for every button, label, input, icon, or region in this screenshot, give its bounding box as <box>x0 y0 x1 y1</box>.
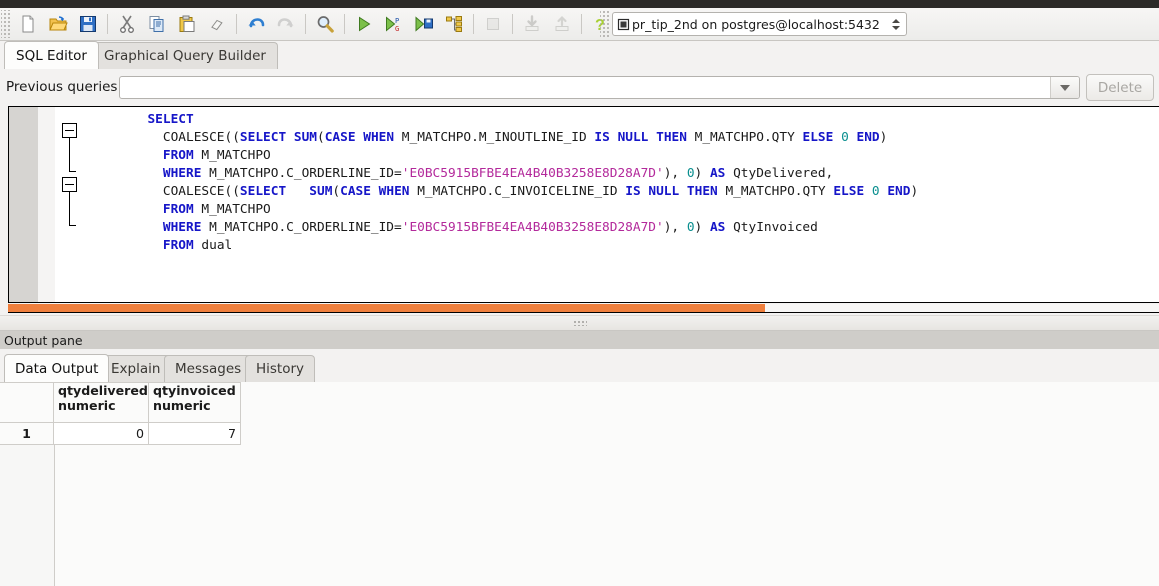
grid-column-header[interactable]: qtydeliverednumeric <box>54 382 149 423</box>
svg-text:G: G <box>395 25 399 33</box>
previous-queries-label: Previous queries <box>6 79 117 95</box>
line-number-gutter <box>9 107 38 302</box>
grid-header-row: qtydeliverednumericqtyinvoicednumeric <box>0 382 241 423</box>
code-line: FROM M_MATCHPO <box>55 147 1159 165</box>
explain-analyze-icon[interactable] <box>439 9 469 39</box>
grid-row-number[interactable]: 1 <box>0 423 54 445</box>
main-toolbar: PG? <box>0 8 1159 41</box>
execute-to-file-icon[interactable] <box>409 9 439 39</box>
tab-explain-label: Explain <box>111 361 160 377</box>
delete-button[interactable]: Delete <box>1086 74 1154 101</box>
find-icon[interactable] <box>310 9 340 39</box>
grid-cell[interactable]: 0 <box>54 423 149 445</box>
tab-history[interactable]: History <box>245 355 315 382</box>
grid-cell[interactable]: 7 <box>149 423 241 445</box>
download-macro-icon <box>517 9 547 39</box>
previous-queries-bar: Previous queries Delete <box>0 69 1159 105</box>
output-pane-label: Output pane <box>0 331 1159 349</box>
new-file-icon[interactable] <box>13 9 43 39</box>
splitter-grip <box>573 320 587 326</box>
tab-sql-editor-label: SQL Editor <box>16 48 87 64</box>
editor-tabstrip: SQL Editor Graphical Query Builder <box>0 41 1159 70</box>
grid-column-name: qtydelivered <box>58 384 144 399</box>
code-line: FROM M_MATCHPO <box>55 201 1159 219</box>
paste-icon[interactable] <box>172 9 202 39</box>
upload-macro-icon <box>547 9 577 39</box>
open-file-icon[interactable] <box>43 9 73 39</box>
editor-horizontal-scrollbar[interactable] <box>8 304 1159 313</box>
grid-column-type: numeric <box>153 399 236 414</box>
fold-margin[interactable] <box>38 107 55 302</box>
table-row[interactable]: 107 <box>0 423 241 445</box>
pane-splitter[interactable] <box>0 315 1159 331</box>
toolbar-separator <box>236 14 237 34</box>
redo-icon <box>271 9 301 39</box>
toolbar-separator <box>512 14 513 34</box>
cancel-query-icon <box>478 9 508 39</box>
tab-data-output[interactable]: Data Output <box>4 354 109 382</box>
sql-code[interactable]: SELECT COALESCE((SELECT SUM(CASE WHEN M_… <box>55 111 1159 255</box>
tab-graphical-query-builder[interactable]: Graphical Query Builder <box>92 42 278 69</box>
grid-column-header[interactable]: qtyinvoicednumeric <box>149 382 241 423</box>
connection-combo-wrap: pr_tip_2nd on postgres@localhost:5432 <box>600 8 907 40</box>
code-line: WHERE M_MATCHPO.C_ORDERLINE_ID='E0BC5915… <box>55 165 1159 183</box>
cut-icon[interactable] <box>112 9 142 39</box>
svg-text:P: P <box>395 17 399 25</box>
grid-column-name: qtyinvoiced <box>153 384 236 399</box>
connection-select[interactable]: pr_tip_2nd on postgres@localhost:5432 <box>612 12 907 36</box>
previous-queries-combo[interactable] <box>119 76 1080 99</box>
toolbar-separator <box>581 14 582 34</box>
previous-queries-input[interactable] <box>120 77 1050 98</box>
delete-button-label: Delete <box>1098 80 1142 96</box>
chevron-down-icon[interactable] <box>1050 77 1079 98</box>
output-tabstrip: Data Output Explain Messages History <box>0 350 1159 383</box>
toolbar-separator <box>344 14 345 34</box>
tab-messages-label: Messages <box>175 361 241 377</box>
window-title-bar <box>0 0 1159 8</box>
query-tool-window: PG? pr_tip_2nd on postgres@localhost:543… <box>0 0 1159 586</box>
undo-icon[interactable] <box>241 9 271 39</box>
toolbar-separator <box>107 14 108 34</box>
tab-data-output-label: Data Output <box>15 361 98 377</box>
toolbar-separator <box>305 14 306 34</box>
data-output-grid[interactable]: qtydeliverednumericqtyinvoicednumeric 10… <box>0 382 1159 586</box>
code-line: COALESCE((SELECT SUM(CASE WHEN M_MATCHPO… <box>55 183 1159 201</box>
execute-query-icon[interactable] <box>349 9 379 39</box>
code-line: WHERE M_MATCHPO.C_ORDERLINE_ID='E0BC5915… <box>55 219 1159 237</box>
grid-corner-cell[interactable] <box>0 382 54 423</box>
editor-scrollbar-thumb[interactable] <box>8 304 765 312</box>
sql-editor[interactable]: SELECT COALESCE((SELECT SUM(CASE WHEN M_… <box>8 106 1159 303</box>
toolbar-separator <box>473 14 474 34</box>
tab-explain[interactable]: Explain <box>100 355 171 382</box>
tab-graphical-query-builder-label: Graphical Query Builder <box>104 48 266 64</box>
connection-drag-grip[interactable] <box>600 11 609 37</box>
tab-history-label: History <box>256 361 304 377</box>
connection-value: pr_tip_2nd on postgres@localhost:5432 <box>632 17 890 32</box>
save-file-icon[interactable] <box>73 9 103 39</box>
clear-window-icon[interactable] <box>202 9 232 39</box>
database-icon <box>617 18 630 31</box>
toolbar-drag-grip[interactable] <box>1 10 11 38</box>
code-line: SELECT <box>55 111 1159 129</box>
tab-messages[interactable]: Messages <box>164 355 252 382</box>
grid-column-type: numeric <box>58 399 144 414</box>
grid-row-header-gutter <box>0 445 55 586</box>
code-line: COALESCE((SELECT SUM(CASE WHEN M_MATCHPO… <box>55 129 1159 147</box>
code-line: FROM dual <box>55 237 1159 255</box>
connection-spinner[interactable] <box>890 19 902 30</box>
copy-icon[interactable] <box>142 9 172 39</box>
explain-query-icon[interactable]: PG <box>379 9 409 39</box>
tab-sql-editor[interactable]: SQL Editor <box>4 41 99 69</box>
